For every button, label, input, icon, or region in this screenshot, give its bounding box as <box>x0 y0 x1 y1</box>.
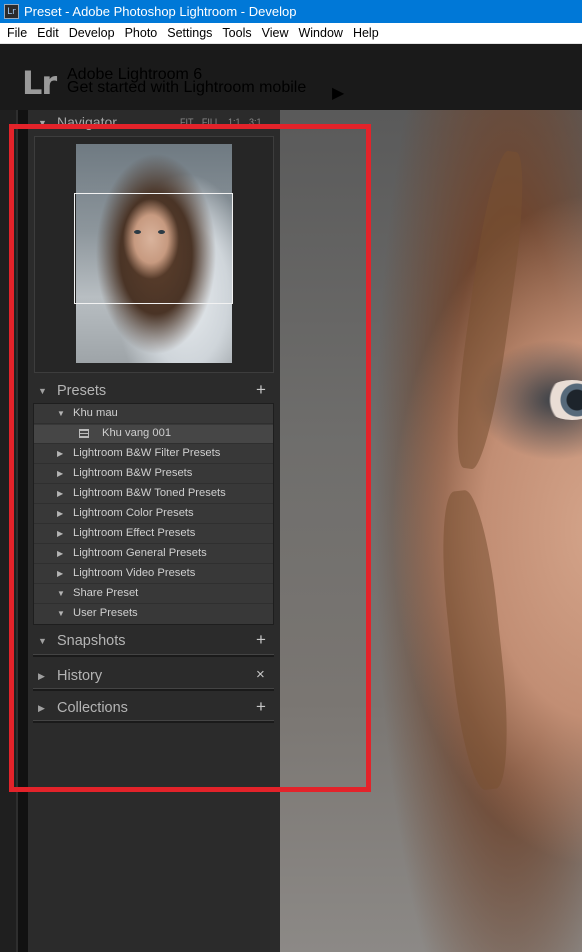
menu-help[interactable]: Help <box>348 26 384 40</box>
preset-folder-color[interactable]: ▶ Lightroom Color Presets <box>34 505 273 524</box>
snapshots-title: Snapshots <box>57 633 126 649</box>
collapse-triangle-icon: ▼ <box>38 636 47 646</box>
preset-folder-effect[interactable]: ▶ Lightroom Effect Presets <box>34 525 273 544</box>
collapsed-triangle-icon: ▶ <box>57 569 64 578</box>
preset-folder-general[interactable]: ▶ Lightroom General Presets <box>34 545 273 564</box>
preset-folder-label: User Presets <box>73 607 138 619</box>
preset-folder-label: Lightroom General Presets <box>73 547 207 559</box>
preset-folder-share[interactable]: ▼ Share Preset <box>34 585 273 604</box>
navigator-zoom-options[interactable]: FIT FILL 1:1 3:1 <box>180 117 262 127</box>
menu-develop[interactable]: Develop <box>64 26 120 40</box>
expanded-triangle-icon: ▼ <box>57 409 65 418</box>
lightroom-logo: Lr <box>22 64 57 102</box>
navigator-viewport-rectangle[interactable] <box>74 193 233 304</box>
preset-document-icon <box>79 429 89 438</box>
preset-folder-label: Share Preset <box>73 587 139 599</box>
photo-hair-detail <box>434 488 516 792</box>
preset-folder-label: Lightroom B&W Presets <box>73 467 193 479</box>
lightroom-mobile-link[interactable]: Get started with Lightroom mobile <box>67 79 306 97</box>
navigator-title: Navigator <box>57 114 117 130</box>
preset-folder-label: Lightroom B&W Filter Presets <box>73 447 221 459</box>
expand-triangle-icon: ▶ <box>38 671 45 681</box>
navigator-header[interactable]: ▼ Navigator FIT FILL 1:1 3:1 <box>28 112 280 134</box>
preset-item-khu-vang-001[interactable]: Khu vang 001 <box>34 425 273 444</box>
presets-header[interactable]: ▼ Presets + <box>28 380 280 403</box>
preset-folder-label: Khu mau <box>73 407 118 419</box>
menu-bar: File Edit Develop Photo Settings Tools V… <box>0 23 582 44</box>
presets-title: Presets <box>57 383 107 399</box>
collapsed-triangle-icon: ▶ <box>57 549 64 558</box>
main-photo-view[interactable] <box>280 110 582 952</box>
expanded-triangle-icon: ▼ <box>57 589 65 598</box>
add-preset-icon[interactable]: + <box>256 380 266 400</box>
photo-eye-detail <box>542 380 582 420</box>
collapsed-triangle-icon: ▶ <box>57 529 64 538</box>
left-panel-collapse-strip[interactable] <box>0 110 18 952</box>
preset-folder-label: Lightroom Effect Presets <box>73 527 196 539</box>
snapshots-header[interactable]: ▼ Snapshots + <box>28 630 280 653</box>
panel-divider <box>33 654 274 657</box>
preset-folder-label: Lightroom B&W Toned Presets <box>73 487 226 499</box>
preset-folder-bw-filter[interactable]: ▶ Lightroom B&W Filter Presets <box>34 445 273 464</box>
collections-header[interactable]: ▶ Collections + <box>28 697 280 720</box>
history-title: History <box>57 668 103 684</box>
expanded-triangle-icon: ▼ <box>57 609 65 618</box>
preset-folder-video[interactable]: ▶ Lightroom Video Presets <box>34 565 273 584</box>
window-title: Preset - Adobe Photoshop Lightroom - Dev… <box>24 4 297 19</box>
menu-tools[interactable]: Tools <box>217 26 256 40</box>
collapse-triangle-icon: ▼ <box>38 386 47 396</box>
menu-window[interactable]: Window <box>293 26 347 40</box>
menu-edit[interactable]: Edit <box>32 26 64 40</box>
history-header[interactable]: ▶ History × <box>28 666 280 688</box>
mobile-arrow-icon[interactable]: ▶ <box>332 83 344 103</box>
preset-folder-bw[interactable]: ▶ Lightroom B&W Presets <box>34 465 273 484</box>
preset-folder-bw-toned[interactable]: ▶ Lightroom B&W Toned Presets <box>34 485 273 504</box>
menu-photo[interactable]: Photo <box>120 26 163 40</box>
panel-divider <box>33 688 274 691</box>
preset-folder-khu-mau[interactable]: ▼ Khu mau <box>34 405 273 424</box>
collections-title: Collections <box>57 700 128 716</box>
preset-item-label: Khu vang 001 <box>102 427 172 439</box>
clear-history-icon[interactable]: × <box>256 666 265 683</box>
photo-hair-detail <box>447 148 533 472</box>
collapse-triangle-icon: ▼ <box>38 118 47 128</box>
menu-view[interactable]: View <box>257 26 294 40</box>
add-collection-icon[interactable]: + <box>256 697 266 717</box>
preset-folder-label: Lightroom Color Presets <box>73 507 194 519</box>
menu-settings[interactable]: Settings <box>162 26 217 40</box>
collapsed-triangle-icon: ▶ <box>57 489 64 498</box>
collapsed-triangle-icon: ▶ <box>57 469 64 478</box>
expand-triangle-icon: ▶ <box>38 703 45 713</box>
collapsed-triangle-icon: ▶ <box>57 449 64 458</box>
collapsed-triangle-icon: ▶ <box>57 509 64 518</box>
add-snapshot-icon[interactable]: + <box>256 630 266 650</box>
panel-divider <box>33 720 274 723</box>
preset-folder-label: Lightroom Video Presets <box>73 567 196 579</box>
menu-file[interactable]: File <box>0 26 32 40</box>
lightroom-app-icon: Lr <box>4 4 19 19</box>
preset-folder-user[interactable]: ▼ User Presets <box>34 605 273 624</box>
window-titlebar: Lr Preset - Adobe Photoshop Lightroom - … <box>0 0 582 23</box>
